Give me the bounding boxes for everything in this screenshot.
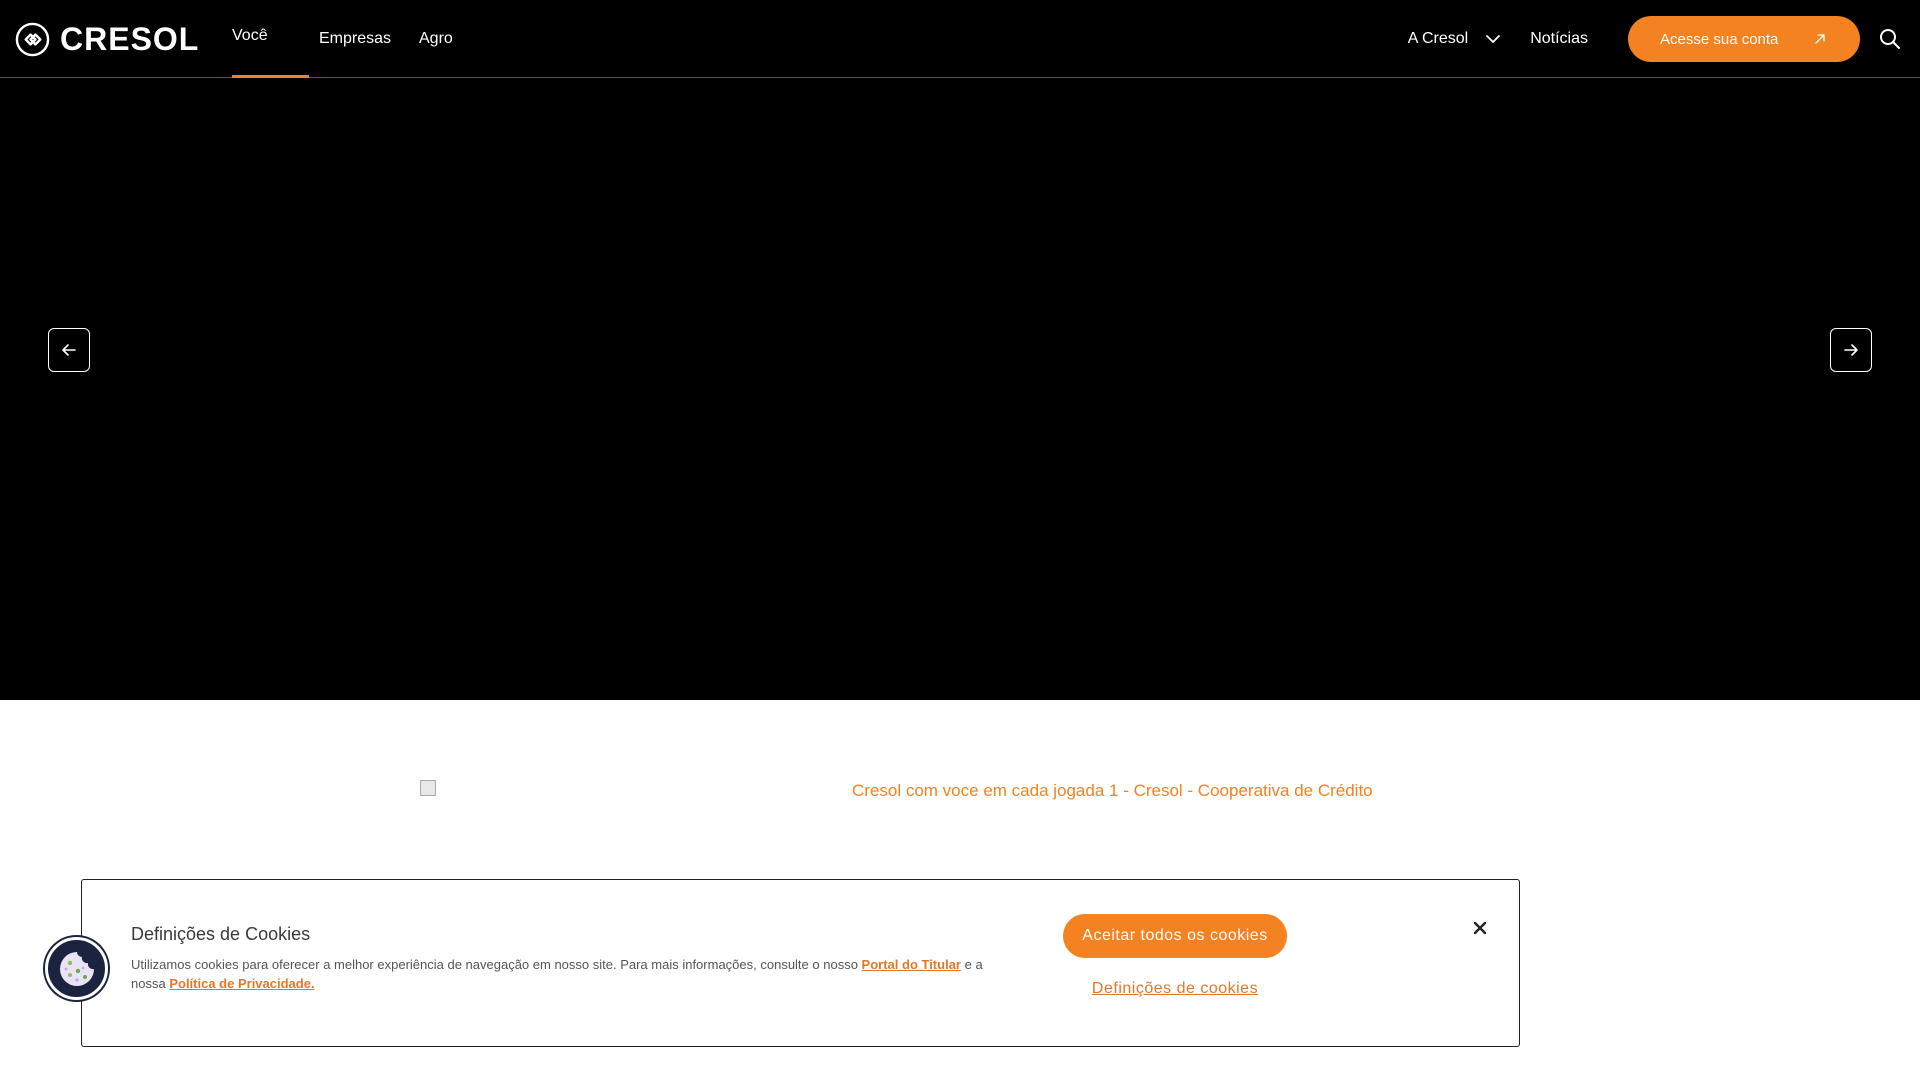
nav-item-noticias[interactable]: Notícias	[1530, 30, 1588, 48]
nav-item-a-cresol-label: A Cresol	[1407, 30, 1469, 47]
cookie-description: Utilizamos cookies para oferecer a melho…	[131, 955, 1011, 993]
banner-alt-text: Cresol com voce em cada jogada 1 - Creso…	[852, 781, 1373, 800]
cookie-banner: Definições de Cookies Utilizamos cookies…	[81, 879, 1520, 1047]
logo-text: CRESOL	[60, 20, 200, 57]
access-account-label: Acesse sua conta	[1660, 30, 1779, 48]
privacy-policy-link[interactable]: Política de Privacidade.	[169, 976, 314, 991]
cookie-icon	[59, 951, 94, 986]
banner-image[interactable]: Cresol com voce em cada jogada 1 - Creso…	[420, 780, 1560, 804]
broken-image-icon	[420, 780, 436, 796]
hero-carousel	[0, 78, 1920, 700]
cresol-logo-icon	[15, 22, 50, 56]
arrow-up-right-icon	[1815, 34, 1825, 44]
nav-item-empresas[interactable]: Empresas	[319, 0, 419, 78]
right-nav: A Cresol Notícias Acesse sua conta	[1408, 0, 1920, 78]
close-icon	[1473, 921, 1487, 935]
nav-item-voce[interactable]: Você	[232, 0, 309, 78]
site-header: CRESOL Você Empresas Agro A Cresol Notíc…	[0, 0, 1920, 78]
portal-titular-link[interactable]: Portal do Titular	[862, 957, 961, 972]
search-button[interactable]	[1876, 25, 1904, 53]
search-icon	[1880, 29, 1900, 49]
nav-item-agro[interactable]: Agro	[419, 0, 453, 78]
arrow-left-icon	[62, 344, 76, 356]
chevron-down-icon	[1486, 35, 1501, 43]
cookie-preferences-button[interactable]	[45, 937, 108, 1000]
cookie-title: Definições de Cookies	[131, 924, 311, 944]
arrow-right-icon	[1844, 344, 1858, 356]
cookie-settings-link[interactable]: Definições de cookies	[1063, 980, 1287, 998]
cookie-text-before: Utilizamos cookies para oferecer a melho…	[131, 957, 858, 972]
accept-all-cookies-button[interactable]: Aceitar todos os cookies	[1063, 914, 1287, 958]
cookie-close-button[interactable]	[1467, 915, 1493, 941]
carousel-next-button[interactable]	[1830, 328, 1872, 372]
carousel-prev-button[interactable]	[48, 328, 90, 372]
nav-item-a-cresol[interactable]: A Cresol	[1408, 30, 1502, 48]
cresol-logo[interactable]: CRESOL	[15, 21, 199, 57]
access-account-button[interactable]: Acesse sua conta	[1628, 16, 1860, 62]
main-nav: Você Empresas Agro	[232, 0, 453, 78]
